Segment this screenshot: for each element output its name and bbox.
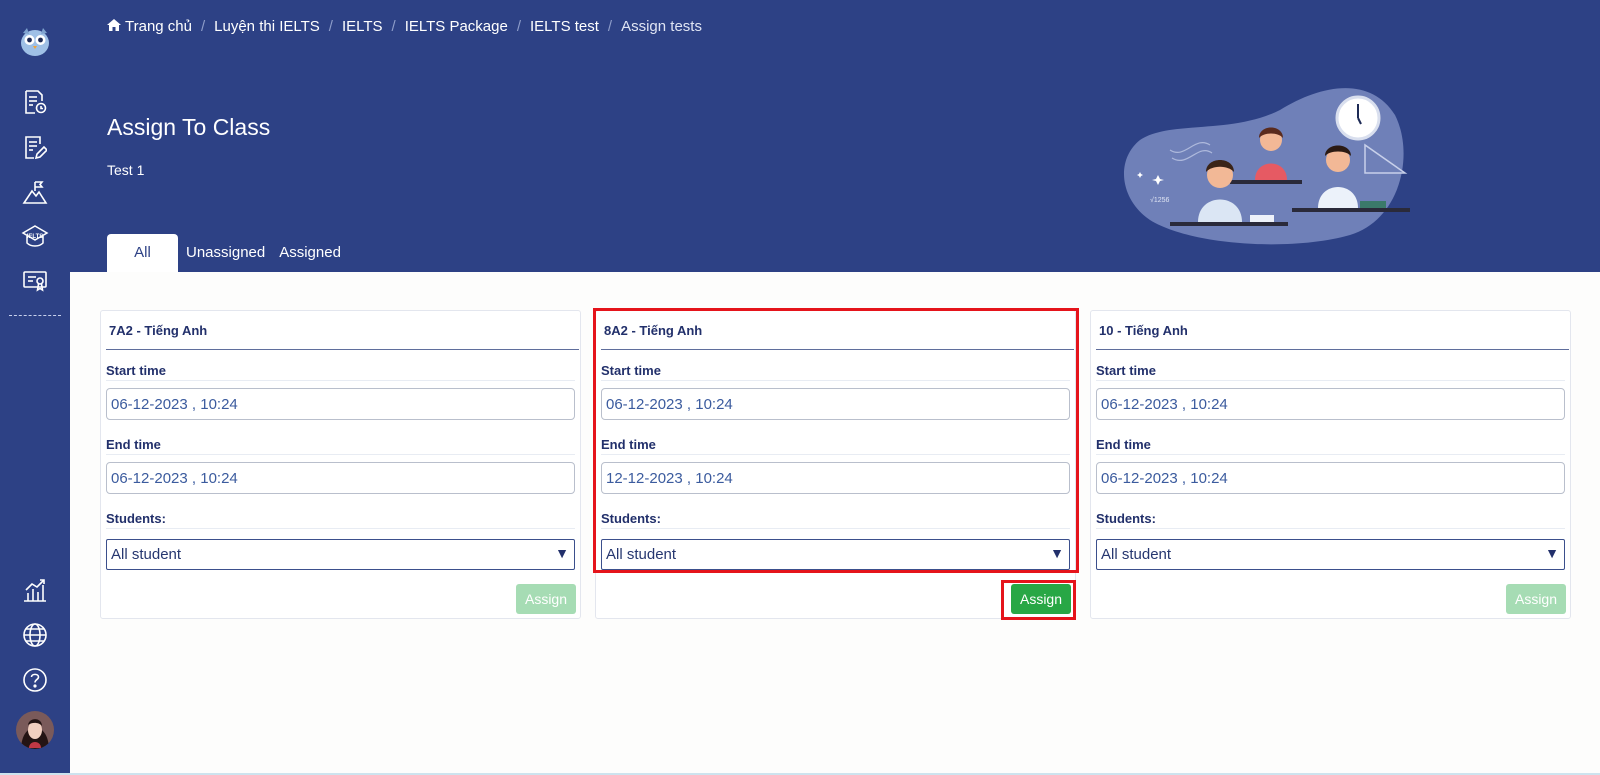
- start-time-label: Start time: [106, 363, 166, 378]
- students-label: Students:: [106, 511, 166, 526]
- students-select-value: All student: [1101, 546, 1172, 563]
- highlight-assign-button: [1001, 580, 1076, 620]
- end-time-input[interactable]: 06-12-2023 , 10:24: [106, 462, 575, 494]
- students-label: Students:: [1096, 511, 1156, 526]
- assign-button[interactable]: Assign: [516, 584, 576, 614]
- students-select[interactable]: All student ▼: [106, 539, 575, 570]
- chevron-down-icon: ▼: [1545, 545, 1559, 561]
- end-time-input[interactable]: 06-12-2023 , 10:24: [1096, 462, 1565, 494]
- sidebar: IELTS: [0, 0, 70, 775]
- mountain-flag-icon[interactable]: [20, 177, 50, 207]
- start-time-label: Start time: [1096, 363, 1156, 378]
- end-time-label: End time: [106, 437, 161, 452]
- highlight-card-fields: [593, 308, 1079, 573]
- start-time-input[interactable]: 06-12-2023 , 10:24: [1096, 388, 1565, 420]
- breadcrumb-ielts-test[interactable]: IELTS test: [530, 18, 599, 35]
- tab-bar: All Unassigned Assigned: [107, 234, 348, 272]
- breadcrumb-ielts-package[interactable]: IELTS Package: [405, 18, 508, 35]
- chart-icon[interactable]: [20, 575, 50, 605]
- breadcrumb-luyen-thi-ielts[interactable]: Luyện thi IELTS: [214, 18, 320, 35]
- tab-unassigned[interactable]: Unassigned: [179, 234, 272, 272]
- assign-button[interactable]: Assign: [1506, 584, 1566, 614]
- breadcrumb-ielts[interactable]: IELTS: [342, 18, 383, 35]
- sidebar-divider: [9, 315, 61, 316]
- svg-text:IELTS: IELTS: [27, 234, 44, 240]
- classroom-illustration: √1256: [1110, 80, 1410, 250]
- page-header: Trang chủ / Luyện thi IELTS / IELTS / IE…: [70, 0, 1600, 272]
- test-name: Test 1: [107, 162, 145, 178]
- ielts-icon[interactable]: IELTS: [20, 222, 50, 252]
- help-icon[interactable]: [20, 665, 50, 695]
- owl-logo-icon[interactable]: [18, 24, 52, 58]
- class-name: 10 - Tiếng Anh: [1099, 323, 1188, 338]
- class-card-10: 10 - Tiếng Anh Start time 06-12-2023 , 1…: [1090, 310, 1571, 619]
- globe-icon[interactable]: [20, 620, 50, 650]
- students-select[interactable]: All student ▼: [1096, 539, 1565, 570]
- chevron-down-icon: ▼: [555, 545, 569, 561]
- class-name: 7A2 - Tiếng Anh: [109, 323, 208, 338]
- edit-document-icon[interactable]: [20, 132, 50, 162]
- avatar[interactable]: [15, 710, 55, 750]
- breadcrumb: Trang chủ / Luyện thi IELTS / IELTS / IE…: [107, 18, 702, 35]
- start-time-input[interactable]: 06-12-2023 , 10:24: [106, 388, 575, 420]
- class-card-7a2: 7A2 - Tiếng Anh Start time 06-12-2023 , …: [100, 310, 581, 619]
- breadcrumb-assign-tests: Assign tests: [621, 18, 702, 35]
- svg-text:√1256: √1256: [1150, 196, 1170, 204]
- home-icon: [107, 18, 121, 35]
- page-title: Assign To Class: [107, 114, 271, 140]
- students-select-value: All student: [111, 546, 182, 563]
- certificate-icon[interactable]: [20, 266, 50, 296]
- test-list-icon[interactable]: [20, 87, 50, 117]
- tab-all[interactable]: All: [107, 234, 178, 272]
- breadcrumb-home[interactable]: Trang chủ: [125, 18, 192, 35]
- tab-assigned[interactable]: Assigned: [272, 234, 348, 272]
- end-time-label: End time: [1096, 437, 1151, 452]
